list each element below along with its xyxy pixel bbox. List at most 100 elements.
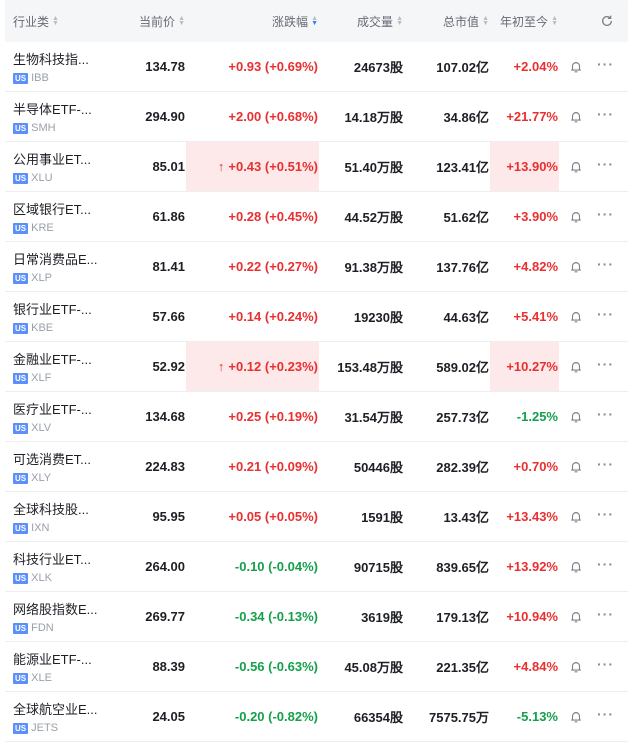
- market-tag: US: [13, 222, 29, 234]
- table-row[interactable]: 网络股指数E... US FDN 269.77 ↑ -0.34 (-0.13%)…: [5, 592, 628, 642]
- volume-cell: 31.54万股: [319, 392, 404, 441]
- etf-name[interactable]: 金融业ETF-...: [13, 349, 92, 368]
- table-row[interactable]: 医疗业ETF-... US XLV 134.68 ↑ +0.25 (+0.19%…: [5, 392, 628, 442]
- col-ytd[interactable]: 年初至今 ▲ ▼: [490, 0, 559, 42]
- table-row[interactable]: 半导体ETF-... US SMH 294.90 ↑ +2.00 (+0.68%…: [5, 92, 628, 142]
- bell-alert-icon[interactable]: [569, 710, 583, 724]
- etf-name-cell[interactable]: 能源业ETF-... US XLE: [5, 642, 105, 691]
- bell-alert-icon[interactable]: [569, 410, 583, 424]
- col-volume-label: 成交量: [357, 14, 394, 29]
- more-icon[interactable]: ···: [597, 156, 614, 172]
- volume-cell: 19230股: [319, 292, 404, 341]
- bell-alert-icon[interactable]: [569, 110, 583, 124]
- etf-name[interactable]: 可选消费ET...: [13, 449, 91, 468]
- etf-name[interactable]: 公用事业ET...: [13, 149, 91, 168]
- more-icon[interactable]: ···: [597, 506, 614, 522]
- bell-alert-icon[interactable]: [569, 460, 583, 474]
- more-icon[interactable]: ···: [597, 706, 614, 722]
- table-row[interactable]: 可选消费ET... US XLY 224.83 ↑ +0.21 (+0.09%)…: [5, 442, 628, 492]
- more-icon[interactable]: ···: [597, 606, 614, 622]
- etf-name[interactable]: 网络股指数E...: [13, 599, 98, 618]
- etf-name[interactable]: 半导体ETF-...: [13, 99, 92, 118]
- price-cell: 88.39: [105, 642, 186, 691]
- etf-name-cell[interactable]: 生物科技指... US IBB: [5, 42, 105, 91]
- etf-name-cell[interactable]: 全球科技股... US IXN: [5, 492, 105, 541]
- etf-name-cell[interactable]: 银行业ETF-... US KBE: [5, 292, 105, 341]
- more-icon[interactable]: ···: [597, 456, 614, 472]
- etf-name-cell[interactable]: 金融业ETF-... US XLF: [5, 342, 105, 391]
- col-market-cap[interactable]: 总市值 ▲ ▼: [404, 0, 490, 42]
- more-icon[interactable]: ···: [597, 656, 614, 672]
- table-row[interactable]: 区域银行ET... US KRE 61.86 ↑ +0.28 (+0.45%) …: [5, 192, 628, 242]
- etf-name-cell[interactable]: 网络股指数E... US FDN: [5, 592, 105, 641]
- ytd-value: +5.41%: [513, 309, 558, 324]
- table-row[interactable]: 全球航空业E... US JETS 24.05 ↑ -0.20 (-0.82%)…: [5, 692, 628, 742]
- row-actions: ···: [559, 656, 628, 674]
- sort-desc-active-icon: ▲ ▼: [311, 15, 318, 27]
- etf-name-cell[interactable]: 全球航空业E... US JETS: [5, 692, 105, 741]
- table-row[interactable]: 公用事业ET... US XLU 85.01 ↑ +0.43 (+0.51%) …: [5, 142, 628, 192]
- bell-alert-icon[interactable]: [569, 510, 583, 524]
- etf-name[interactable]: 科技行业ET...: [13, 549, 91, 568]
- price-value: 294.90: [145, 109, 185, 124]
- bell-alert-icon[interactable]: [569, 660, 583, 674]
- sort-icon: ▲ ▼: [482, 15, 489, 27]
- table-row[interactable]: 能源业ETF-... US XLE 88.39 ↑ -0.56 (-0.63%)…: [5, 642, 628, 692]
- etf-name-cell[interactable]: 半导体ETF-... US SMH: [5, 92, 105, 141]
- col-change[interactable]: 涨跌幅 ▲ ▼: [186, 0, 319, 42]
- etf-name[interactable]: 生物科技指...: [13, 49, 89, 68]
- table-row[interactable]: 银行业ETF-... US KBE 57.66 ↑ +0.14 (+0.24%)…: [5, 292, 628, 342]
- etf-name[interactable]: 医疗业ETF-...: [13, 399, 92, 418]
- etf-name-cell[interactable]: 医疗业ETF-... US XLV: [5, 392, 105, 441]
- etf-name-cell[interactable]: 区域银行ET... US KRE: [5, 192, 105, 241]
- refresh-icon[interactable]: [600, 14, 614, 28]
- volume-value: 44.52万股: [344, 210, 403, 225]
- ytd-cell: +2.04%: [490, 42, 559, 91]
- bell-alert-icon[interactable]: [569, 310, 583, 324]
- bell-alert-icon[interactable]: [569, 560, 583, 574]
- table-row[interactable]: 科技行业ET... US XLK 264.00 ↑ -0.10 (-0.04%)…: [5, 542, 628, 592]
- more-icon[interactable]: ···: [597, 206, 614, 222]
- bell-alert-icon[interactable]: [569, 610, 583, 624]
- more-icon[interactable]: ···: [597, 306, 614, 322]
- etf-name[interactable]: 银行业ETF-...: [13, 299, 92, 318]
- bell-alert-icon[interactable]: [569, 360, 583, 374]
- price-value: 24.05: [152, 709, 185, 724]
- bell-alert-icon[interactable]: [569, 60, 583, 74]
- etf-name[interactable]: 区域银行ET...: [13, 199, 91, 218]
- etf-code: JETS: [31, 722, 59, 734]
- price-value: 81.41: [152, 259, 185, 274]
- row-actions: ···: [559, 56, 628, 74]
- etf-code: XLF: [31, 372, 52, 384]
- etf-name-cell[interactable]: 可选消费ET... US XLY: [5, 442, 105, 491]
- market-cap-value: 257.73亿: [436, 410, 489, 425]
- etf-name[interactable]: 日常消费品E...: [13, 249, 98, 268]
- bell-alert-icon[interactable]: [569, 160, 583, 174]
- table-row[interactable]: 全球科技股... US IXN 95.95 ↑ +0.05 (+0.05%) 1…: [5, 492, 628, 542]
- more-icon[interactable]: ···: [597, 356, 614, 372]
- etf-name-cell[interactable]: 日常消费品E... US XLP: [5, 242, 105, 291]
- col-category[interactable]: 行业类 ▲ ▼: [5, 0, 105, 42]
- etf-name-cell[interactable]: 公用事业ET... US XLU: [5, 142, 105, 191]
- etf-name-cell[interactable]: 科技行业ET... US XLK: [5, 542, 105, 591]
- etf-name[interactable]: 全球航空业E...: [13, 699, 98, 718]
- col-ytd-label: 年初至今: [500, 14, 549, 29]
- bell-alert-icon[interactable]: [569, 210, 583, 224]
- volume-cell: 14.18万股: [319, 92, 404, 141]
- more-icon[interactable]: ···: [597, 56, 614, 72]
- more-icon[interactable]: ···: [597, 556, 614, 572]
- table-row[interactable]: 金融业ETF-... US XLF 52.92 ↑ +0.12 (+0.23%)…: [5, 342, 628, 392]
- more-icon[interactable]: ···: [597, 106, 614, 122]
- table-row[interactable]: 日常消费品E... US XLP 81.41 ↑ +0.22 (+0.27%) …: [5, 242, 628, 292]
- col-price[interactable]: 当前价 ▲ ▼: [105, 0, 186, 42]
- ytd-cell: +10.94%: [490, 592, 559, 641]
- col-volume[interactable]: 成交量 ▲ ▼: [319, 0, 404, 42]
- market-cap-cell: 589.02亿: [404, 342, 490, 391]
- table-row[interactable]: 生物科技指... US IBB 134.78 ↑ +0.93 (+0.69%) …: [5, 42, 628, 92]
- more-icon[interactable]: ···: [597, 406, 614, 422]
- etf-name[interactable]: 能源业ETF-...: [13, 649, 92, 668]
- change-value: -0.56 (-0.63%): [234, 659, 318, 674]
- bell-alert-icon[interactable]: [569, 260, 583, 274]
- more-icon[interactable]: ···: [597, 256, 614, 272]
- etf-name[interactable]: 全球科技股...: [13, 499, 89, 518]
